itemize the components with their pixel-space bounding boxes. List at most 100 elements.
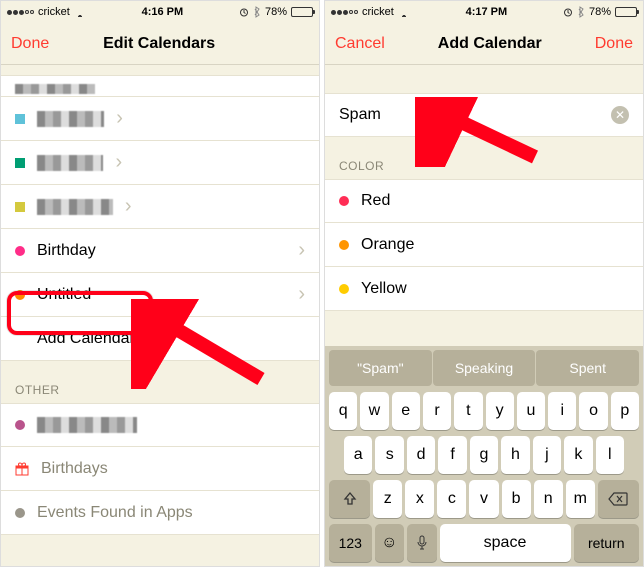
emoji-key[interactable]: ☺ — [375, 524, 404, 562]
done-button[interactable]: Done — [595, 35, 633, 53]
key-h[interactable]: h — [501, 436, 529, 474]
color-name: Orange — [361, 236, 629, 254]
chevron-right-icon: › — [116, 107, 123, 130]
bluetooth-icon — [253, 6, 261, 18]
chevron-right-icon: › — [125, 195, 132, 218]
key-z[interactable]: z — [373, 480, 402, 518]
key-u[interactable]: u — [517, 392, 545, 430]
chevron-right-icon: › — [115, 151, 122, 174]
content-area: ✕ COLOR Red Orange Yellow — [325, 65, 643, 346]
page-title: Add Calendar — [385, 35, 595, 53]
suggestion-bar: "Spam"SpeakingSpent — [329, 350, 639, 386]
key-p[interactable]: p — [611, 392, 639, 430]
suggestion[interactable]: Speaking — [433, 350, 536, 386]
page-title: Edit Calendars — [49, 35, 269, 53]
color-row[interactable]: Yellow — [325, 267, 643, 311]
backspace-key[interactable] — [598, 480, 639, 518]
key-l[interactable]: l — [596, 436, 624, 474]
navbar: Cancel Add Calendar Done — [325, 23, 643, 65]
gift-icon — [15, 462, 29, 476]
bluetooth-icon — [577, 6, 585, 18]
key-o[interactable]: o — [579, 392, 607, 430]
suggestion[interactable]: Spent — [536, 350, 639, 386]
numbers-key[interactable]: 123 — [329, 524, 372, 562]
signal-dots — [331, 10, 358, 15]
key-e[interactable]: e — [392, 392, 420, 430]
battery-icon — [615, 7, 637, 17]
key-f[interactable]: f — [438, 436, 466, 474]
clock: 4:17 PM — [466, 6, 508, 18]
phone-left: cricket 4:16 PM 78% Done Edit Calendars … — [0, 0, 320, 567]
color-dot — [339, 284, 349, 294]
calendar-label: Untitled — [37, 286, 286, 304]
key-q[interactable]: q — [329, 392, 357, 430]
signal-dots — [7, 10, 34, 15]
key-y[interactable]: y — [486, 392, 514, 430]
clear-icon[interactable]: ✕ — [611, 106, 629, 124]
other-row[interactable] — [1, 403, 319, 447]
wifi-icon — [398, 8, 410, 17]
key-j[interactable]: j — [533, 436, 561, 474]
color-dot — [15, 508, 25, 518]
phone-right: cricket 4:17 PM 78% Cancel Add Calendar … — [324, 0, 644, 567]
status-bar: cricket 4:17 PM 78% — [325, 1, 643, 23]
calendar-name-row[interactable]: ✕ — [325, 93, 643, 137]
key-m[interactable]: m — [566, 480, 595, 518]
key-b[interactable]: b — [502, 480, 531, 518]
key-i[interactable]: i — [548, 392, 576, 430]
key-s[interactable]: s — [375, 436, 403, 474]
battery-pct: 78% — [589, 6, 611, 18]
mic-key[interactable] — [407, 524, 436, 562]
calendar-row[interactable]: › — [1, 141, 319, 185]
calendar-label — [37, 111, 104, 127]
key-t[interactable]: t — [454, 392, 482, 430]
add-calendar-label: Add Calendar... — [37, 330, 305, 348]
done-button[interactable]: Done — [11, 35, 49, 53]
cancel-button[interactable]: Cancel — [335, 35, 385, 53]
other-row[interactable]: Birthdays — [1, 447, 319, 491]
color-row[interactable]: Red — [325, 179, 643, 223]
color-dot — [15, 158, 25, 168]
color-dot — [339, 196, 349, 206]
shift-key[interactable] — [329, 480, 370, 518]
key-a[interactable]: a — [344, 436, 372, 474]
calendar-label: Birthday — [37, 242, 286, 260]
add-calendar-row[interactable]: Add Calendar... — [1, 317, 319, 361]
color-dot — [339, 240, 349, 250]
other-row[interactable]: Events Found in Apps — [1, 491, 319, 535]
calendar-name-input[interactable] — [339, 106, 601, 124]
color-dot — [15, 246, 25, 256]
key-w[interactable]: w — [360, 392, 388, 430]
battery-pct: 78% — [265, 6, 287, 18]
calendar-row[interactable]: Birthday› — [1, 229, 319, 273]
color-section-header: COLOR — [325, 137, 643, 179]
key-d[interactable]: d — [407, 436, 435, 474]
suggestion[interactable]: "Spam" — [329, 350, 432, 386]
wifi-icon — [74, 8, 86, 17]
key-x[interactable]: x — [405, 480, 434, 518]
calendar-label — [37, 155, 103, 171]
calendar-row[interactable]: › — [1, 185, 319, 229]
key-r[interactable]: r — [423, 392, 451, 430]
key-g[interactable]: g — [470, 436, 498, 474]
color-name: Yellow — [361, 280, 629, 298]
calendar-label — [37, 199, 113, 215]
key-n[interactable]: n — [534, 480, 563, 518]
chevron-right-icon: › — [298, 283, 305, 306]
battery-icon — [291, 7, 313, 17]
color-dot — [15, 420, 25, 430]
calendar-row[interactable] — [1, 75, 319, 97]
calendar-row[interactable]: Untitled › — [1, 273, 319, 317]
navbar: Done Edit Calendars — [1, 23, 319, 65]
color-name: Red — [361, 192, 629, 210]
calendar-row[interactable]: › — [1, 97, 319, 141]
space-key[interactable]: space — [440, 524, 571, 562]
key-k[interactable]: k — [564, 436, 592, 474]
return-key[interactable]: return — [574, 524, 640, 562]
other-section-header: OTHER — [1, 361, 319, 403]
key-c[interactable]: c — [437, 480, 466, 518]
color-row[interactable]: Orange — [325, 223, 643, 267]
color-dot — [15, 114, 25, 124]
other-label — [37, 417, 137, 433]
key-v[interactable]: v — [469, 480, 498, 518]
